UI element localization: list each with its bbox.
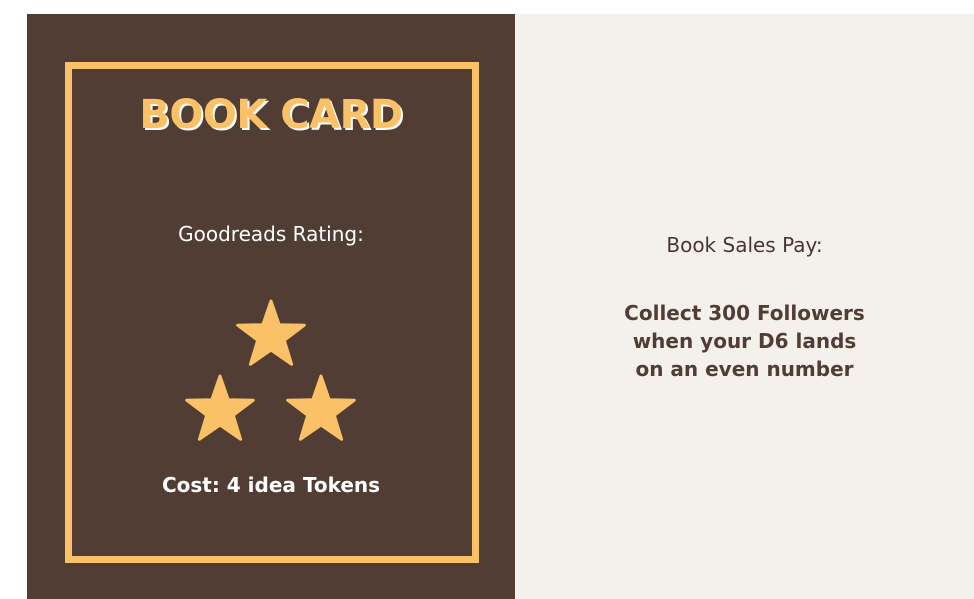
card-title: BOOK CARD	[139, 92, 403, 138]
pay-line: when your D6 lands	[632, 329, 857, 353]
rating-label: Goodreads Rating:	[178, 222, 364, 246]
pay-line: Collect 300 Followers	[624, 301, 865, 325]
cost-label: Cost: 4 idea Tokens	[161, 473, 381, 497]
pay-label: Book Sales Pay:	[666, 233, 823, 257]
pay-line: on an even number	[635, 357, 854, 381]
book-card-front[interactable]: BOOK CARD Goodreads Rating: Cost: 4 idea…	[27, 14, 515, 599]
pay-description: Collect 300 Followers when your D6 lands…	[515, 299, 974, 383]
game-screen: BOOK CARD Goodreads Rating: Cost: 4 idea…	[0, 0, 974, 599]
book-card-back[interactable]: Book Sales Pay: Collect 300 Followers wh…	[515, 14, 974, 599]
